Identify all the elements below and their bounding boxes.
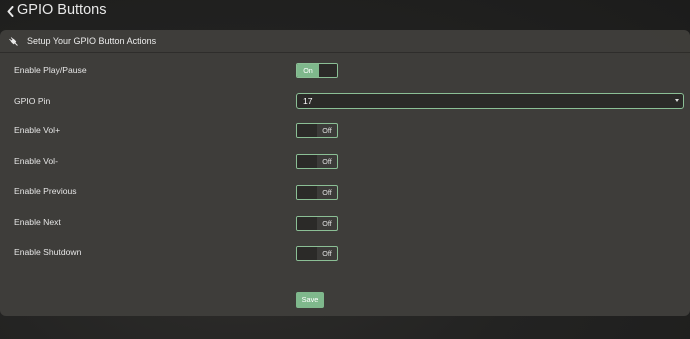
gpio-pin-label: GPIO Pin — [14, 96, 51, 106]
play-pause-toggle[interactable]: On — [296, 63, 338, 78]
gpio-settings-panel: Setup Your GPIO Button Actions — [0, 30, 690, 316]
vol-up-toggle[interactable]: Off — [296, 123, 338, 138]
play-pause-label: Enable Play/Pause — [14, 65, 87, 75]
toggle-off-text: Off — [322, 126, 332, 135]
panel-title: Setup Your GPIO Button Actions — [27, 36, 157, 46]
plug-icon — [8, 35, 20, 47]
chevron-left-icon[interactable] — [5, 4, 15, 18]
shutdown-toggle[interactable]: Off — [296, 246, 338, 261]
caret-down-icon — [675, 99, 679, 102]
toggle-knob — [297, 155, 317, 168]
toggle-knob — [297, 247, 317, 260]
toggle-off-text: Off — [322, 219, 332, 228]
next-toggle[interactable]: Off — [296, 216, 338, 231]
shutdown-label: Enable Shutdown — [14, 247, 82, 257]
toggle-knob — [297, 186, 317, 199]
previous-toggle[interactable]: Off — [296, 185, 338, 200]
next-label: Enable Next — [14, 217, 61, 227]
toggle-knob — [319, 64, 337, 77]
toggle-off-text: Off — [322, 188, 332, 197]
panel-header: Setup Your GPIO Button Actions — [0, 30, 690, 53]
toggle-knob — [297, 217, 317, 230]
page-title: GPIO Buttons — [17, 2, 107, 18]
vol-down-label: Enable Vol- — [14, 156, 58, 166]
vol-down-toggle[interactable]: Off — [296, 154, 338, 169]
vol-up-label: Enable Vol+ — [14, 125, 61, 135]
gpio-pin-select[interactable]: 17 — [296, 93, 684, 109]
toggle-on-text: On — [297, 64, 319, 77]
gpio-pin-value: 17 — [303, 96, 313, 106]
toggle-off-text: Off — [322, 249, 332, 258]
previous-label: Enable Previous — [14, 186, 77, 196]
page-header: GPIO Buttons — [0, 0, 690, 22]
save-button[interactable]: Save — [296, 292, 324, 308]
toggle-off-text: Off — [322, 157, 332, 166]
toggle-knob — [297, 124, 317, 137]
